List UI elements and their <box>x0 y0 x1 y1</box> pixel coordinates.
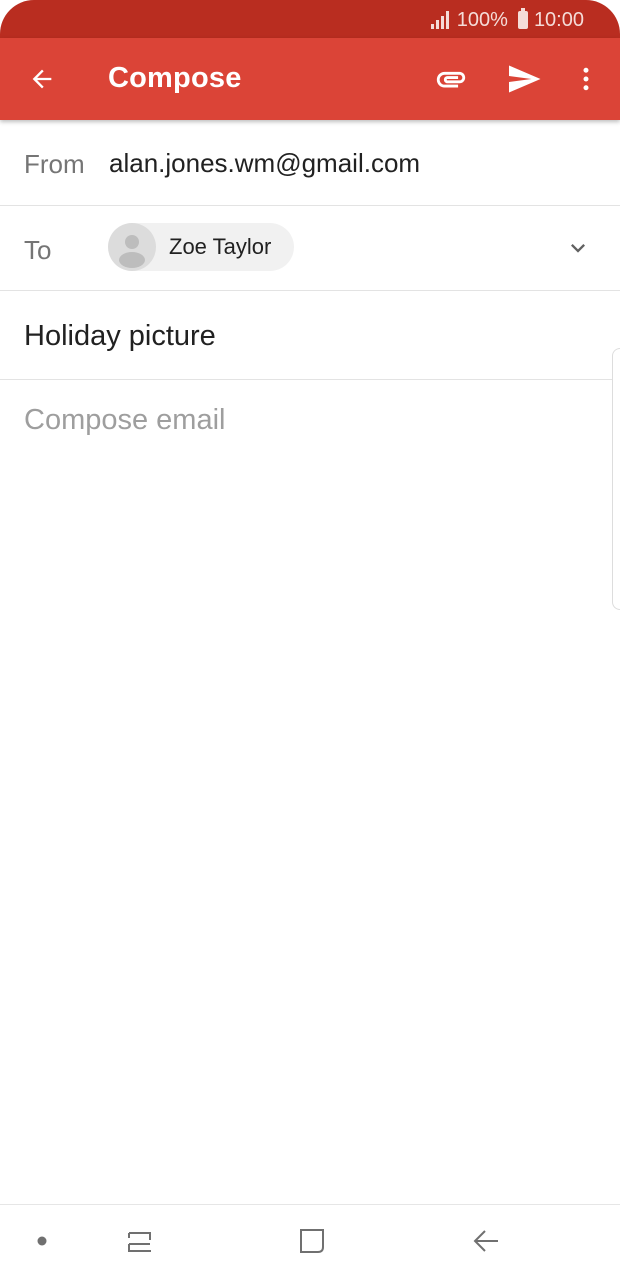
battery-icon <box>517 8 528 29</box>
body-placeholder: Compose email <box>24 404 226 436</box>
nav-dot-button[interactable] <box>20 1205 64 1276</box>
page-title: Compose <box>108 62 242 94</box>
to-row[interactable]: To Zoe Taylor <box>0 206 620 291</box>
home-icon <box>300 1229 324 1253</box>
more-options-button[interactable] <box>566 38 606 120</box>
battery-percentage: 100% <box>456 8 508 31</box>
nav-dot-icon <box>37 1236 47 1246</box>
clock: 10:00 <box>533 8 584 31</box>
recents-icon <box>128 1232 151 1252</box>
send-button[interactable] <box>496 38 552 120</box>
signal-icon <box>430 11 451 29</box>
to-label: To <box>24 235 52 265</box>
back-arrow-icon <box>32 69 52 89</box>
status-bar: 100% 10:00 <box>0 0 620 38</box>
compose-body-field[interactable]: Compose email <box>24 404 594 1184</box>
app-bar: Compose <box>0 38 620 120</box>
send-icon <box>509 65 541 93</box>
phone-screen: 100% 10:00 Compose From alan.jones.wm@gm… <box>0 0 620 1276</box>
home-button[interactable] <box>284 1205 340 1276</box>
subject-field[interactable]: Holiday picture <box>0 291 620 380</box>
person-avatar-icon <box>108 223 156 271</box>
back-icon <box>473 1230 498 1252</box>
expand-recipients-button[interactable] <box>562 232 594 264</box>
from-row[interactable]: From alan.jones.wm@gmail.com <box>0 120 620 206</box>
recipient-chip[interactable]: Zoe Taylor <box>108 223 294 271</box>
attach-button[interactable] <box>424 38 478 120</box>
from-label: From <box>24 149 85 179</box>
navigation-bar <box>0 1204 620 1276</box>
recipient-name: Zoe Taylor <box>169 234 272 259</box>
chevron-down-icon <box>571 244 585 253</box>
nav-back-button[interactable] <box>458 1205 514 1276</box>
attachment-icon <box>436 71 466 88</box>
scroll-handle[interactable] <box>612 348 620 610</box>
from-account[interactable]: alan.jones.wm@gmail.com <box>109 148 420 179</box>
subject-text: Holiday picture <box>24 320 216 352</box>
back-button[interactable] <box>14 38 70 120</box>
status-indicators: 100% 10:00 <box>430 8 584 32</box>
more-vert-icon <box>583 67 589 91</box>
recents-button[interactable] <box>112 1205 168 1276</box>
